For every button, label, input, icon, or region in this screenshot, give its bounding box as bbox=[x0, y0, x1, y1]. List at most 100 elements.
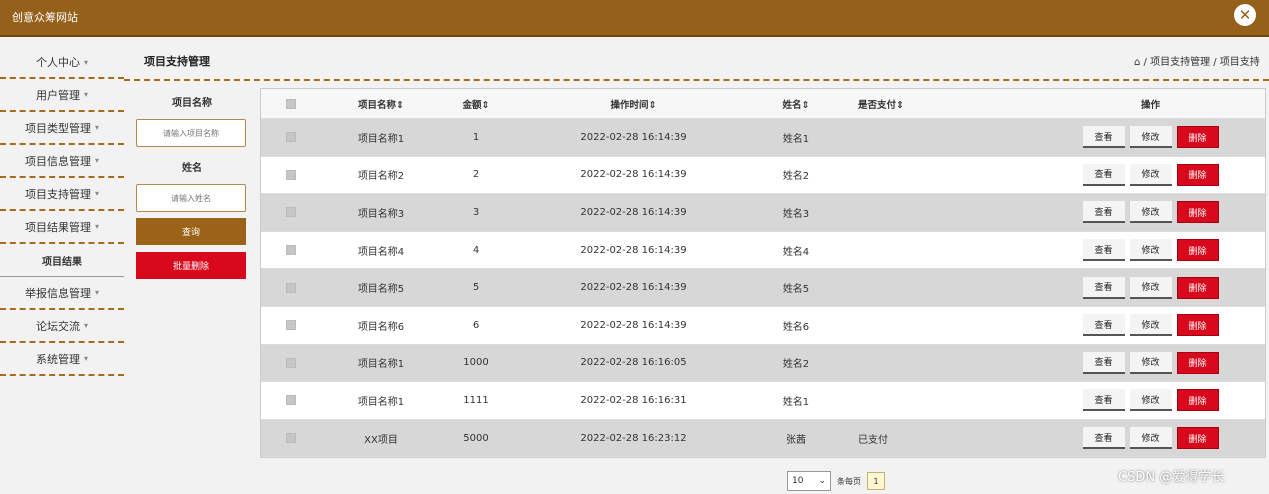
row-checkbox[interactable] bbox=[261, 395, 321, 406]
table-row: 项目名称2 2 2022-02-28 16:14:39 姓名2 查看 修改 删除 bbox=[261, 156, 1265, 195]
delete-button[interactable]: 删除 bbox=[1176, 239, 1219, 262]
delete-button[interactable]: 删除 bbox=[1176, 351, 1219, 374]
sidebar-item-label: 项目结果管理 bbox=[24, 220, 91, 234]
edit-button[interactable]: 修改 bbox=[1129, 427, 1172, 450]
query-button[interactable]: 查询 bbox=[136, 218, 246, 245]
select-all-checkbox[interactable] bbox=[261, 98, 321, 109]
col-amount[interactable]: 金额⇕ bbox=[441, 97, 511, 111]
edit-button[interactable]: 修改 bbox=[1129, 126, 1172, 149]
col-time[interactable]: 操作时间⇕ bbox=[511, 97, 756, 111]
sidebar-item[interactable]: 项目支持管理 ▾ bbox=[0, 178, 124, 211]
cell-time: 2022-02-28 16:16:31 bbox=[580, 394, 687, 406]
caret-down-icon: ▾ bbox=[94, 222, 99, 231]
cell-actions: 查看 修改 删除 bbox=[946, 276, 1265, 299]
edit-button[interactable]: 修改 bbox=[1129, 276, 1172, 299]
batch-delete-button[interactable]: 批量删除 bbox=[136, 252, 246, 279]
project-name-label: 项目名称 bbox=[172, 97, 212, 109]
cell-amount: 6 bbox=[472, 319, 480, 331]
cell-person: 姓名2 bbox=[782, 359, 810, 371]
sidebar-item[interactable]: 用户管理 ▾ bbox=[0, 79, 124, 112]
cell-project-name: 项目名称4 bbox=[357, 246, 405, 258]
cell-actions: 查看 修改 删除 bbox=[946, 163, 1265, 186]
sidebar-item[interactable]: 项目类型管理 ▾ bbox=[0, 112, 124, 145]
table-row: 项目名称1 1111 2022-02-28 16:16:31 姓名1 查看 修改 删除 bbox=[261, 382, 1265, 420]
row-checkbox[interactable] bbox=[261, 245, 321, 256]
cell-person: 姓名4 bbox=[782, 246, 810, 258]
page-number[interactable]: 1 bbox=[867, 472, 885, 490]
sidebar-item[interactable]: 论坛交流 ▾ bbox=[0, 310, 124, 343]
sidebar-item[interactable]: 项目信息管理 ▾ bbox=[0, 145, 124, 178]
row-checkbox[interactable] bbox=[261, 169, 321, 180]
edit-button[interactable]: 修改 bbox=[1129, 201, 1172, 224]
sidebar-item[interactable]: 个人中心 ▾ bbox=[0, 41, 124, 79]
sidebar-item[interactable]: 系统管理 ▾ bbox=[0, 343, 124, 376]
sidebar-item-label: 项目类型管理 bbox=[24, 121, 91, 135]
row-checkbox[interactable] bbox=[261, 132, 321, 143]
table-row: 项目名称6 6 2022-02-28 16:14:39 姓名6 查看 修改 删除 bbox=[261, 306, 1265, 345]
page-size-select[interactable]: 10 ⌄ bbox=[787, 471, 831, 491]
cell-project-name: 项目名称6 bbox=[357, 321, 405, 333]
row-checkbox[interactable] bbox=[261, 282, 321, 293]
person-name-input[interactable] bbox=[136, 184, 246, 212]
row-checkbox[interactable] bbox=[261, 320, 321, 331]
cell-time: 2022-02-28 16:14:39 bbox=[580, 319, 687, 331]
cell-person: 姓名1 bbox=[782, 133, 810, 145]
breadcrumb[interactable]: ⌂ / 项目支持管理 / 项目支持 bbox=[1134, 53, 1260, 68]
caret-down-icon: ▾ bbox=[94, 288, 99, 297]
page-size-value: 10 bbox=[792, 476, 804, 486]
view-button[interactable]: 查看 bbox=[1082, 276, 1125, 299]
close-icon[interactable]: ✕ bbox=[1234, 4, 1256, 26]
col-person[interactable]: 姓名⇕ bbox=[756, 97, 836, 111]
col-ops-label: 操作 bbox=[1140, 99, 1160, 111]
filter-panel: 项目名称 姓名 查询 批量删除 bbox=[136, 88, 248, 286]
row-checkbox[interactable] bbox=[261, 357, 321, 368]
chevron-down-icon: ⌄ bbox=[818, 476, 826, 486]
sidebar-item[interactable]: 项目结果 bbox=[0, 244, 124, 277]
delete-button[interactable]: 删除 bbox=[1176, 276, 1219, 299]
pagination: 10 ⌄ 条每页 1 bbox=[787, 471, 885, 491]
sidebar-item-label: 项目支持管理 bbox=[24, 187, 91, 201]
view-button[interactable]: 查看 bbox=[1082, 239, 1125, 262]
delete-button[interactable]: 删除 bbox=[1176, 389, 1219, 412]
sidebar-item-label: 项目结果 bbox=[42, 256, 82, 268]
edit-button[interactable]: 修改 bbox=[1129, 163, 1172, 186]
view-button[interactable]: 查看 bbox=[1082, 314, 1125, 337]
sidebar-item[interactable]: 举报信息管理 ▾ bbox=[0, 277, 124, 310]
sidebar-item-label: 项目信息管理 bbox=[24, 154, 91, 168]
view-button[interactable]: 查看 bbox=[1082, 163, 1125, 186]
row-checkbox[interactable] bbox=[261, 433, 321, 444]
cell-amount: 1 bbox=[472, 131, 480, 143]
edit-button[interactable]: 修改 bbox=[1129, 351, 1172, 374]
delete-button[interactable]: 删除 bbox=[1176, 126, 1219, 149]
col-paid[interactable]: 是否支付⇕ bbox=[836, 97, 946, 111]
edit-button[interactable]: 修改 bbox=[1129, 389, 1172, 412]
delete-button[interactable]: 删除 bbox=[1176, 201, 1219, 224]
view-button[interactable]: 查看 bbox=[1082, 351, 1125, 374]
cell-project-name: XX项目 bbox=[364, 434, 398, 446]
cell-time: 2022-02-28 16:14:39 bbox=[580, 206, 687, 218]
col-project-name[interactable]: 项目名称⇕ bbox=[321, 97, 441, 111]
view-button[interactable]: 查看 bbox=[1082, 126, 1125, 149]
sidebar: 个人中心 ▾ 用户管理 ▾ 项目类型管理 ▾ 项目信息管理 ▾ 项目支持管理 ▾ 项目结果管理 ▾ 项目… bbox=[0, 41, 124, 494]
edit-button[interactable]: 修改 bbox=[1129, 239, 1172, 262]
table-row: 项目名称5 5 2022-02-28 16:14:39 姓名5 查看 修改 删除 bbox=[261, 269, 1265, 307]
project-name-input[interactable] bbox=[136, 119, 246, 147]
data-table: 项目名称⇕ 金额⇕ 操作时间⇕ 姓名⇕ 是否支付⇕ 操作 项目名称1 1 2022-… bbox=[260, 88, 1266, 459]
cell-actions: 查看 修改 删除 bbox=[946, 201, 1265, 224]
cell-amount: 4 bbox=[472, 244, 480, 256]
top-bar: 创意众筹网站 ✕ bbox=[0, 0, 1269, 37]
sidebar-item[interactable]: 项目结果管理 ▾ bbox=[0, 211, 124, 244]
table-row: 项目名称1 1000 2022-02-28 16:16:05 姓名2 查看 修改 删除 bbox=[261, 344, 1265, 383]
row-checkbox[interactable] bbox=[261, 207, 321, 218]
edit-button[interactable]: 修改 bbox=[1129, 314, 1172, 337]
delete-button[interactable]: 删除 bbox=[1176, 163, 1219, 186]
view-button[interactable]: 查看 bbox=[1082, 389, 1125, 412]
cell-actions: 查看 修改 删除 bbox=[946, 314, 1265, 337]
cell-amount: 5 bbox=[472, 282, 480, 294]
view-button[interactable]: 查看 bbox=[1082, 427, 1125, 450]
view-button[interactable]: 查看 bbox=[1082, 201, 1125, 224]
delete-button[interactable]: 删除 bbox=[1176, 314, 1219, 337]
cell-time: 2022-02-28 16:16:05 bbox=[580, 357, 687, 369]
sidebar-item-label: 用户管理 bbox=[35, 88, 80, 102]
delete-button[interactable]: 删除 bbox=[1176, 427, 1219, 450]
